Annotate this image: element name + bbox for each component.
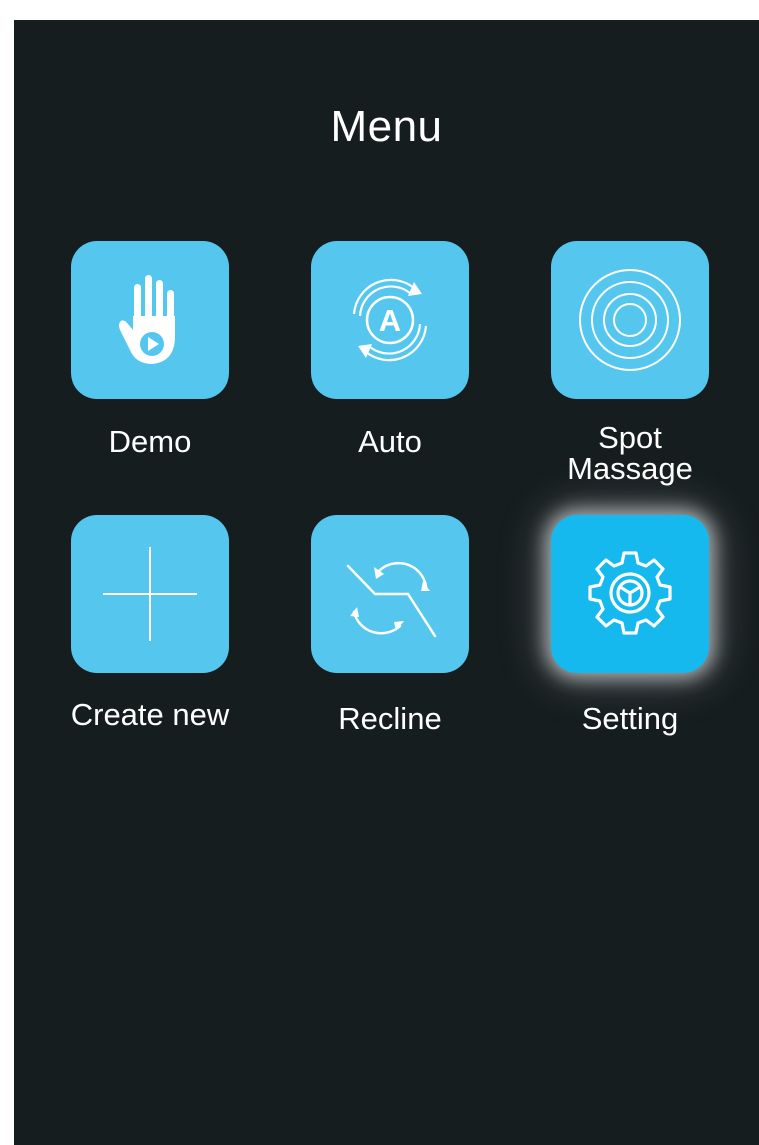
- demo-label: Demo: [108, 424, 192, 459]
- recline-label: Recline: [338, 701, 442, 736]
- gear-icon: [588, 551, 672, 635]
- plus-icon: [103, 547, 197, 641]
- hand-play-icon: [119, 275, 175, 364]
- recline-button[interactable]: [311, 515, 469, 673]
- spot-massage-label-line2: Massage: [567, 451, 693, 486]
- auto-cycle-icon: A: [352, 278, 428, 362]
- menu-screen: Menu Demo A Auto Spot Massage Create new…: [14, 20, 759, 1145]
- create-new-label: Create new: [70, 697, 230, 732]
- auto-button[interactable]: A: [311, 241, 469, 399]
- spot-massage-button[interactable]: [551, 241, 709, 399]
- concentric-circles-icon: [579, 269, 681, 371]
- spot-massage-label: Spot Massage: [520, 422, 740, 484]
- auto-label: Auto: [358, 424, 422, 459]
- setting-button[interactable]: [551, 515, 709, 673]
- svg-text:A: A: [379, 303, 401, 338]
- page-title: Menu: [330, 102, 443, 151]
- recline-arrows-icon: [346, 561, 437, 638]
- spot-massage-label-line1: Spot: [598, 420, 662, 455]
- demo-button[interactable]: [71, 241, 229, 399]
- create-new-button[interactable]: [71, 515, 229, 673]
- setting-label: Setting: [581, 701, 679, 736]
